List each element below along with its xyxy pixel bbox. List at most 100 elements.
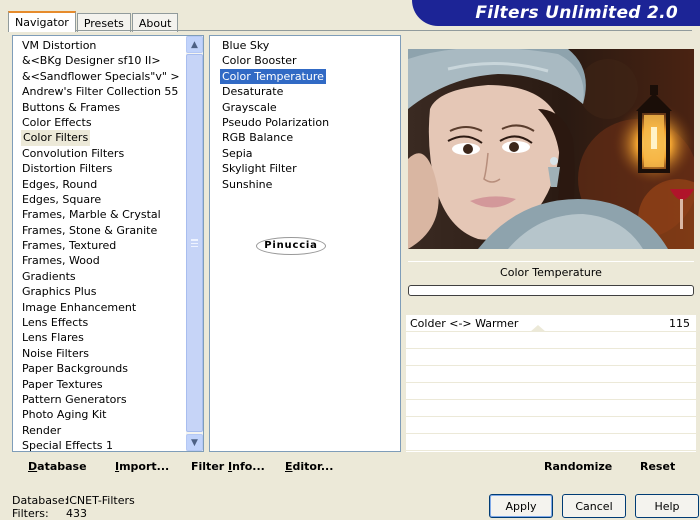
import-button[interactable]: Import... — [115, 460, 169, 473]
grip-icon — [191, 239, 198, 247]
randomize-button[interactable]: Randomize — [544, 460, 612, 473]
category-scrollbar[interactable]: ▲ ▼ — [186, 36, 203, 451]
control-row-colder-warmer[interactable]: Colder <-> Warmer 115 — [406, 315, 696, 332]
category-item-label: Distortion Filters — [22, 162, 113, 176]
editor-hotkey: E — [285, 460, 293, 473]
filter-item[interactable]: Pseudo Polarization — [220, 115, 400, 130]
filter-item[interactable]: Skylight Filter — [220, 161, 400, 176]
category-item[interactable]: Andrew's Filter Collection 55 — [21, 84, 187, 99]
category-item-label: &<BKg Designer sf10 II> — [22, 54, 161, 68]
filter-item-label: Grayscale — [222, 100, 277, 114]
category-item[interactable]: Paper Textures — [21, 377, 187, 392]
category-item[interactable]: Frames, Textured — [21, 238, 187, 253]
status-filters: Filters: 433 — [12, 507, 135, 520]
database-button[interactable]: Database — [28, 460, 87, 473]
filter-item-label: Desaturate — [222, 85, 284, 99]
banner-title: Filters Unlimited 2.0 — [475, 3, 678, 23]
category-item-label: Paper Backgrounds — [22, 362, 129, 376]
preview-image[interactable] — [408, 49, 694, 249]
category-item[interactable]: Frames, Wood — [21, 253, 187, 268]
category-item[interactable]: Noise Filters — [21, 346, 187, 361]
category-item[interactable]: Frames, Stone & Granite — [21, 223, 187, 238]
filter-info-label: Filter — [191, 460, 229, 473]
category-item[interactable]: Special Effects 1 — [21, 438, 187, 451]
filter-item[interactable]: Color Temperature — [220, 68, 400, 85]
help-button[interactable]: Help — [635, 494, 699, 518]
apply-button[interactable]: Apply — [489, 494, 553, 518]
category-item[interactable]: Graphics Plus — [21, 284, 187, 299]
category-item-label: &<Sandflower Specials"v" > — [22, 69, 180, 83]
filter-item[interactable]: Sunshine — [220, 177, 400, 192]
category-item-label: Lens Effects — [22, 316, 89, 330]
control-label: Colder <-> Warmer — [410, 317, 519, 330]
filter-item-label: Blue Sky — [222, 39, 270, 52]
cancel-button[interactable]: Cancel — [562, 494, 626, 518]
chevron-up-icon: ▲ — [191, 39, 198, 50]
category-item-label: Frames, Textured — [22, 239, 117, 253]
filter-item[interactable]: Grayscale — [220, 100, 400, 115]
category-item-label: Buttons & Frames — [22, 100, 121, 114]
category-item[interactable]: Lens Effects — [21, 315, 187, 330]
scroll-up-button[interactable]: ▲ — [186, 36, 203, 53]
filter-item-label: Sunshine — [222, 177, 273, 191]
tab-bar: Navigator Presets About — [8, 11, 179, 32]
category-item[interactable]: Gradients — [21, 269, 187, 284]
status-database-value: ICNET-Filters — [66, 494, 135, 507]
status-filters-key: Filters: — [12, 507, 49, 520]
category-item[interactable]: Convolution Filters — [21, 146, 187, 161]
filter-title: Color Temperature — [408, 261, 694, 285]
category-item[interactable]: Distortion Filters — [21, 161, 187, 176]
filter-item[interactable]: RGB Balance — [220, 130, 400, 145]
category-item[interactable]: Paper Backgrounds — [21, 361, 187, 376]
database-label: atabase — [37, 460, 87, 473]
category-item[interactable]: VM Distortion — [21, 38, 187, 53]
category-item[interactable]: Photo Aging Kit — [21, 407, 187, 422]
slider-thumb[interactable] — [530, 325, 546, 332]
import-label: mport... — [119, 460, 170, 473]
category-item[interactable]: Image Enhancement — [21, 300, 187, 315]
control-row-empty — [406, 366, 696, 383]
category-item-label: Pattern Generators — [22, 392, 127, 406]
filter-item[interactable]: Blue Sky — [220, 38, 400, 53]
filter-item-label: Skylight Filter — [222, 162, 297, 176]
category-list[interactable]: VM Distortion &<BKg Designer sf10 II> &<Sa… — [13, 36, 187, 451]
filter-item[interactable]: Sepia — [220, 146, 400, 161]
filter-info-button[interactable]: Filter Info... — [191, 460, 265, 473]
category-item[interactable]: Lens Flares — [21, 330, 187, 345]
category-item-label: Photo Aging Kit — [22, 408, 107, 422]
filter-item-label: RGB Balance — [222, 131, 294, 145]
scroll-down-button[interactable]: ▼ — [186, 434, 203, 451]
controls-area: Colder <-> Warmer 115 — [406, 315, 696, 452]
category-item-label: Graphics Plus — [22, 285, 97, 299]
category-item[interactable]: &<BKg Designer sf10 II> — [21, 53, 187, 68]
signature-watermark: Pinuccia — [256, 237, 326, 255]
category-item[interactable]: Edges, Square — [21, 192, 187, 207]
category-item[interactable]: Edges, Round — [21, 177, 187, 192]
category-list-panel: VM Distortion &<BKg Designer sf10 II> &<Sa… — [12, 35, 204, 452]
filter-item[interactable]: Desaturate — [220, 84, 400, 99]
category-item[interactable]: Buttons & Frames — [21, 100, 187, 115]
filter-list-panel: Blue Sky Color Booster Color Temperature De… — [209, 35, 401, 452]
category-item-label: Special Effects 1 — [22, 439, 114, 451]
category-item[interactable]: Render — [21, 423, 187, 438]
tab-navigator[interactable]: Navigator — [8, 11, 76, 32]
category-item[interactable]: &<Sandflower Specials"v" > — [21, 69, 187, 84]
editor-button[interactable]: Editor... — [285, 460, 333, 473]
category-item[interactable]: Color Effects — [21, 115, 187, 130]
reset-button[interactable]: Reset — [640, 460, 675, 473]
category-item[interactable]: Pattern Generators — [21, 392, 187, 407]
tab-divider — [8, 30, 692, 31]
scroll-thumb[interactable] — [186, 54, 203, 432]
filter-info-label-rest: nfo... — [232, 460, 265, 473]
category-item-label: Frames, Marble & Crystal — [22, 208, 161, 222]
category-item[interactable]: Color Filters — [21, 130, 187, 146]
filter-item[interactable]: Color Booster — [220, 53, 400, 68]
category-item-label: Gradients — [22, 269, 76, 283]
preview-panel: Color Temperature Colder <-> Warmer 115 — [404, 35, 696, 452]
control-row-empty — [406, 383, 696, 400]
filter-list[interactable]: Blue Sky Color Booster Color Temperature De… — [220, 38, 400, 192]
category-item[interactable]: Frames, Marble & Crystal — [21, 207, 187, 222]
preview-photo — [408, 49, 694, 249]
category-item-label: Convolution Filters — [22, 146, 125, 160]
control-row-empty — [406, 434, 696, 451]
